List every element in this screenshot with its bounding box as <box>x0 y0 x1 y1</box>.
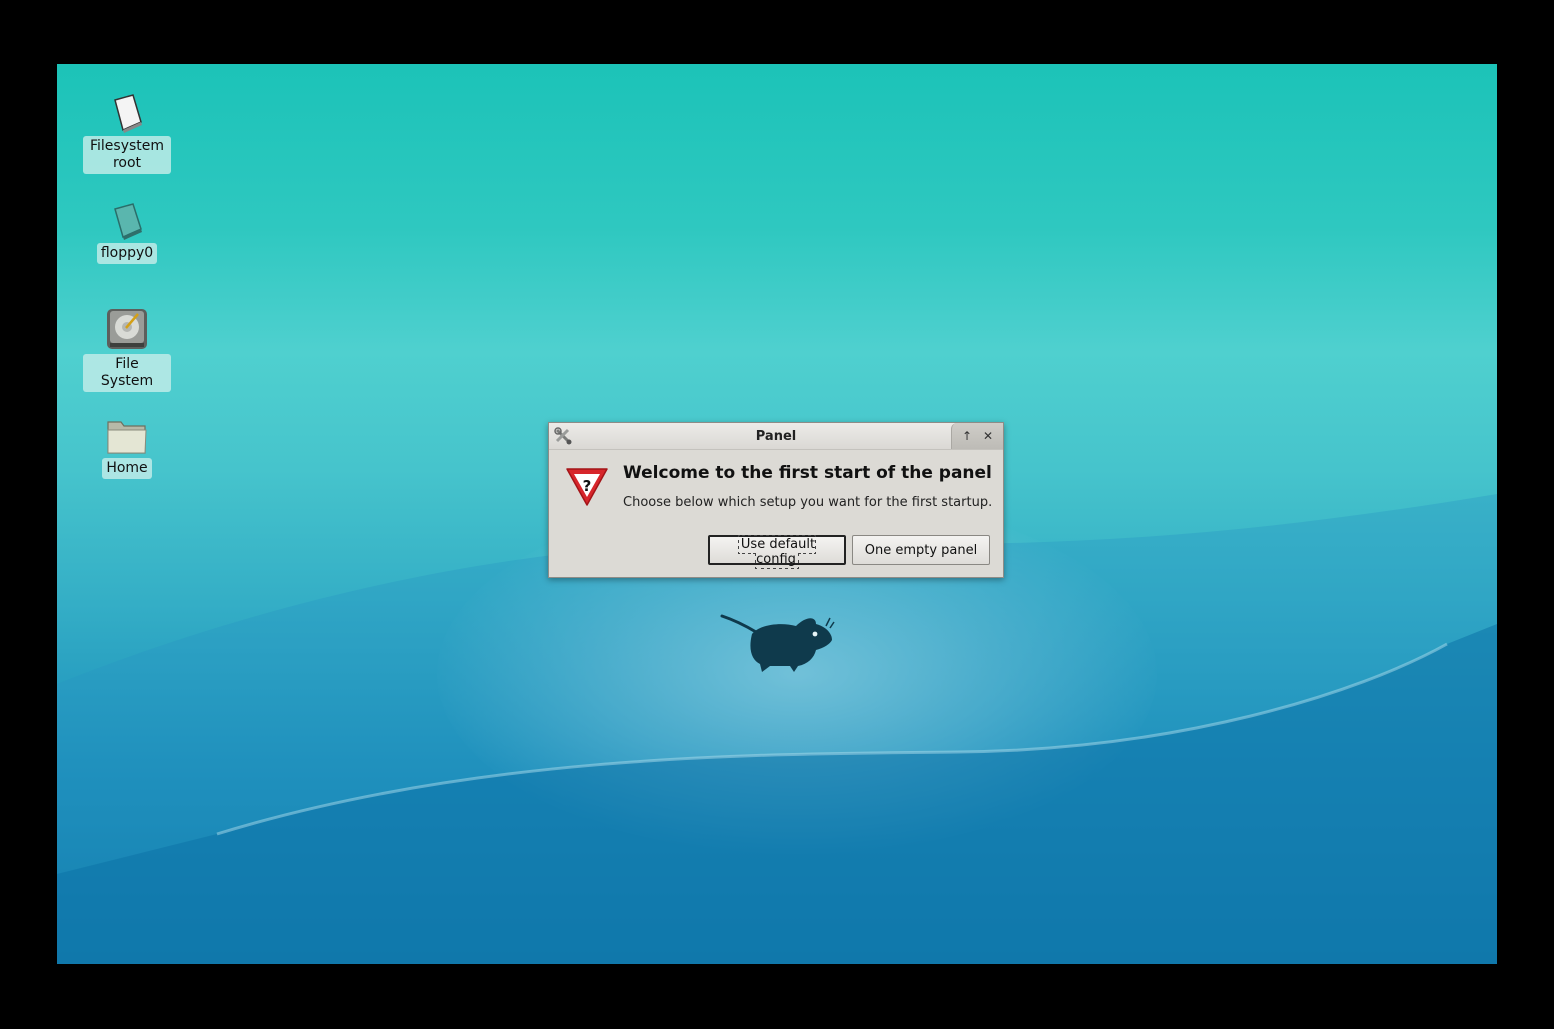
desktop-icon-floppy0[interactable]: floppy0 <box>72 201 182 264</box>
panel-dialog: Panel ↑ ✕ ? Welcome to the first start o… <box>548 422 1004 578</box>
dialog-message: Choose below which setup you want for th… <box>623 495 993 510</box>
desktop-icon-label: File System <box>83 354 171 392</box>
question-warning-icon: ? <box>566 468 608 506</box>
titlebar-buttons: ↑ ✕ <box>951 423 1003 449</box>
floppy-icon <box>114 203 142 240</box>
desktop-icon-file-system[interactable]: File System <box>72 306 182 392</box>
dialog-heading: Welcome to the first start of the panel <box>623 463 992 483</box>
dialog-title: Panel <box>755 429 797 444</box>
maximize-button[interactable]: ↑ <box>959 428 975 444</box>
use-default-config-button[interactable]: Use default config <box>708 535 846 569</box>
desktop-icon-filesystem-root[interactable]: Filesystem root <box>72 92 182 174</box>
harddisk-icon <box>107 309 147 349</box>
desktop-icon-home[interactable]: Home <box>72 416 182 479</box>
drive-icon <box>114 94 142 133</box>
desktop-icon-label: floppy0 <box>96 243 158 264</box>
desktop-icon-label: Filesystem root <box>83 136 171 174</box>
svg-text:?: ? <box>583 477 592 495</box>
button-label: Use default config <box>737 535 817 569</box>
desktop-icon-label: Home <box>102 458 152 479</box>
close-button[interactable]: ✕ <box>980 428 996 444</box>
folder-icon <box>107 421 147 454</box>
dialog-titlebar[interactable]: Panel ↑ ✕ <box>549 423 1003 450</box>
xfce-mouse-logo <box>720 614 835 672</box>
one-empty-panel-button[interactable]: One empty panel <box>852 535 990 565</box>
